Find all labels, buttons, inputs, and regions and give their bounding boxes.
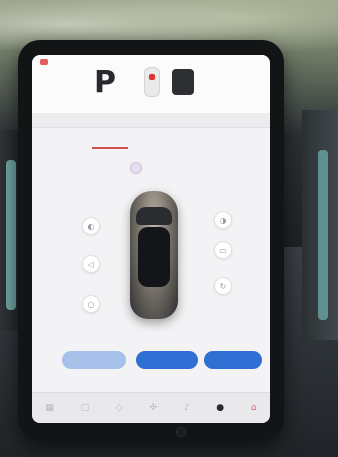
vehicle-top-view	[130, 191, 178, 319]
left-control-1-icon[interactable]: ◐	[82, 217, 100, 235]
music-icon[interactable]: ♪	[184, 403, 190, 413]
tablet-camera-dot	[176, 427, 186, 437]
car-icon[interactable]: ◇	[116, 403, 123, 413]
user-icon[interactable]: ●	[216, 403, 224, 413]
grid-icon[interactable]: ▦	[45, 403, 54, 413]
vehicle-windshield	[136, 207, 172, 225]
tab-bar	[32, 133, 270, 149]
active-tab-underline	[92, 147, 128, 149]
alert-badge	[40, 59, 48, 65]
profile-chip[interactable]	[130, 161, 170, 175]
home-icon[interactable]: ⌂	[251, 403, 257, 413]
status-top-bar: P	[32, 55, 270, 114]
action-button-left[interactable]	[62, 351, 126, 369]
right-control-3-icon[interactable]: ↻	[214, 277, 232, 295]
left-ambient-trim	[6, 160, 16, 310]
action-button-center[interactable]	[136, 351, 198, 369]
left-control-3-icon[interactable]: ○	[82, 295, 100, 313]
action-button-right[interactable]	[204, 351, 262, 369]
vehicle-top-thumbnail[interactable]	[172, 69, 194, 95]
vehicle-status-thumbnail[interactable]	[144, 67, 160, 97]
window-icon[interactable]: ▢	[81, 403, 90, 413]
gear-indicator: P	[94, 65, 116, 100]
left-control-2-icon[interactable]: ◁	[82, 255, 100, 273]
fan-icon[interactable]: ✣	[150, 403, 158, 413]
bottom-dock: ▦ ▢ ◇ ✣ ♪ ● ⌂	[32, 392, 270, 423]
right-control-2-icon[interactable]: ▭	[214, 241, 232, 259]
search-strip[interactable]	[32, 113, 270, 128]
right-control-1-icon[interactable]: ◑	[214, 211, 232, 229]
infotainment-screen: P ◐ ◁ ○ ◑ ▭ ↻ ▦ ▢ ◇ ✣ ♪ ● ⌂	[32, 55, 270, 423]
right-ambient-trim	[318, 150, 328, 320]
vehicle-roof	[138, 227, 170, 287]
profile-avatar-icon	[130, 162, 142, 174]
